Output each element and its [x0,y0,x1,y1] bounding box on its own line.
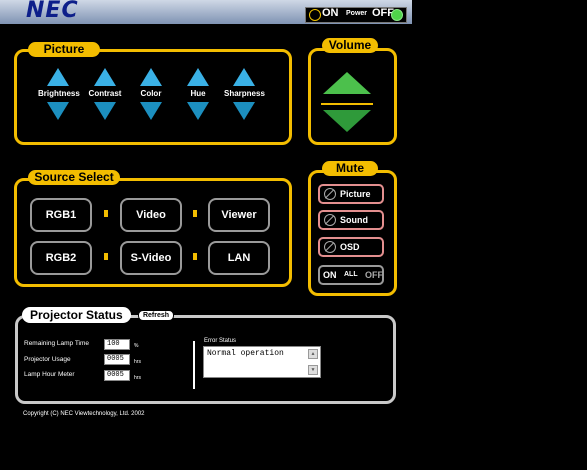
lamp-hour-meter-unit: hrs [134,375,141,381]
separator-mark [104,210,108,217]
nec-logo: NEC [26,0,79,23]
mute-title: Mute [322,161,378,176]
mute-sound-button[interactable]: Sound [318,210,384,230]
projector-usage-unit: hrs [134,359,141,365]
mute-osd-label: OSD [340,242,360,252]
mute-all-switch[interactable]: ON ALL OFF [318,265,384,285]
color-label: Color [140,89,162,98]
error-status-label: Error Status [204,338,237,344]
sharpness-control: Sharpness [224,68,265,120]
remaining-lamp-time-label: Remaining Lamp Time [24,340,90,347]
hue-control: Hue [178,68,218,120]
power-on-indicator-icon[interactable] [309,9,321,21]
mute-all-label: ALL [344,271,358,278]
separator-mark [193,210,197,217]
mute-all-off[interactable]: OFF [365,267,383,283]
volume-divider [321,103,373,105]
mute-osd-button[interactable]: OSD [318,237,384,257]
copyright-text: Copyright (C) NEC Viewtechnology, Ltd. 2… [23,411,145,417]
separator-mark [104,253,108,260]
mute-icon [324,214,336,226]
remaining-lamp-time-value: 100 [104,339,130,350]
scroll-up-icon[interactable]: ▲ [308,349,318,359]
scroll-down-icon[interactable]: ▼ [308,365,318,375]
separator-mark [193,253,197,260]
brightness-up-arrow-icon[interactable] [47,68,69,86]
source-rgb1-button[interactable]: RGB1 [30,198,92,232]
contrast-up-arrow-icon[interactable] [94,68,116,86]
mute-all-on[interactable]: ON [323,267,337,283]
projector-status-title: Projector Status [22,307,131,323]
error-status-textarea[interactable]: Normal operation ▲ ▼ [203,346,321,378]
source-lan-button[interactable]: LAN [208,241,270,275]
contrast-control: Contrast [85,68,125,120]
volume-up-arrow-icon[interactable] [323,72,371,94]
remaining-lamp-time-unit: % [134,343,139,349]
color-up-arrow-icon[interactable] [140,68,162,86]
contrast-label: Contrast [88,89,122,98]
color-down-arrow-icon[interactable] [140,102,162,120]
mute-icon [324,241,336,253]
volume-title: Volume [322,38,378,53]
volume-down-arrow-icon[interactable] [323,110,371,132]
lamp-hour-meter-value: 0005 [104,370,130,381]
hue-up-arrow-icon[interactable] [187,68,209,86]
status-divider [193,341,195,389]
sharpness-up-arrow-icon[interactable] [233,68,255,86]
source-svideo-button[interactable]: S-Video [120,241,182,275]
brightness-down-arrow-icon[interactable] [47,102,69,120]
color-control: Color [131,68,171,120]
source-rgb2-button[interactable]: RGB2 [30,241,92,275]
power-switch[interactable]: ON Power OFF [305,7,407,23]
power-off-indicator-icon[interactable] [391,9,403,21]
hue-label: Hue [190,89,206,98]
power-on-label[interactable]: ON [322,7,339,19]
projector-usage-value: 0005 [104,354,130,365]
mute-picture-button[interactable]: Picture [318,184,384,204]
brightness-control: Brightness [38,68,80,120]
lamp-hour-meter-label: Lamp Hour Meter [24,371,75,378]
picture-title: Picture [28,42,100,57]
refresh-button[interactable]: Refresh [138,310,174,321]
error-status-text: Normal operation [207,349,284,358]
header-bar: NEC ON Power OFF [0,0,412,24]
contrast-down-arrow-icon[interactable] [94,102,116,120]
source-viewer-button[interactable]: Viewer [208,198,270,232]
brightness-label: Brightness [38,89,80,98]
mute-sound-label: Sound [340,215,368,225]
mute-picture-label: Picture [340,189,371,199]
power-label: Power [346,10,368,17]
source-select-title: Source Select [28,170,120,185]
hue-down-arrow-icon[interactable] [187,102,209,120]
sharpness-label: Sharpness [224,89,265,98]
projector-usage-label: Projector Usage [24,356,71,363]
mute-icon [324,188,336,200]
source-video-button[interactable]: Video [120,198,182,232]
sharpness-down-arrow-icon[interactable] [233,102,255,120]
